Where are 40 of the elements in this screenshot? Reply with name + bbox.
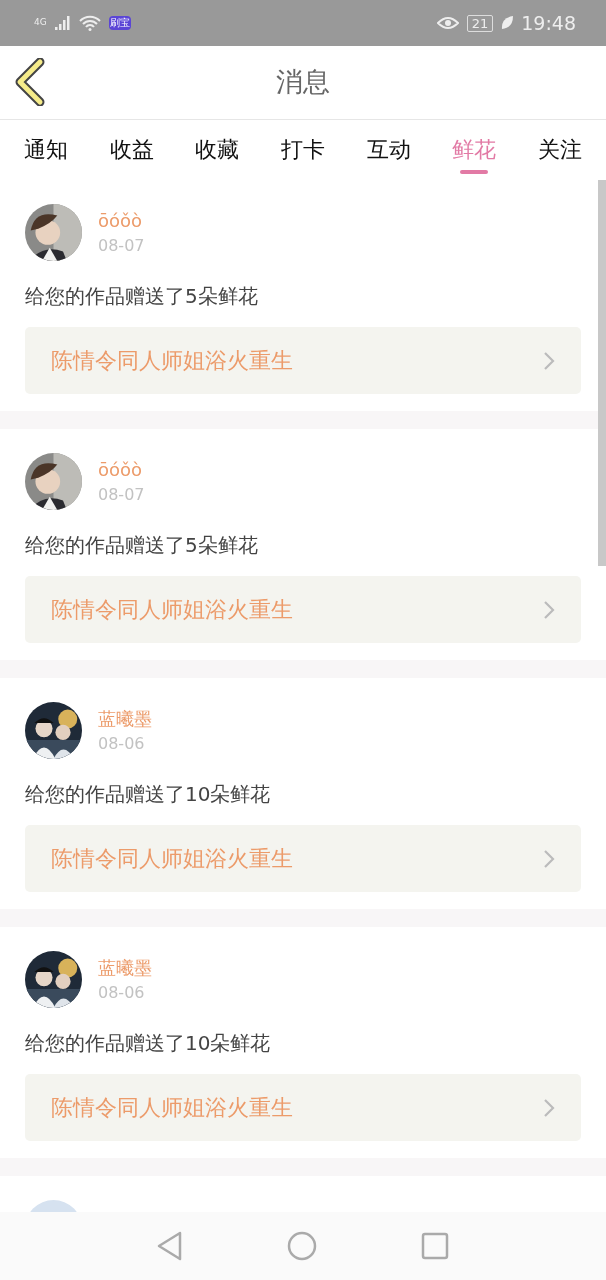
tab[interactable]: 通知 — [24, 133, 68, 180]
work-link[interactable]: 陈情令同人师姐浴火重生 — [25, 576, 581, 643]
tab[interactable]: 打卡 — [280, 133, 325, 180]
user-name[interactable]: ōóǒò — [98, 207, 145, 234]
tab[interactable]: 收益 — [109, 133, 154, 180]
leaf-icon — [501, 16, 514, 30]
work-link[interactable]: 陈情令同人师姐浴火重生 — [25, 327, 581, 394]
chevron-icon — [543, 599, 555, 620]
page-title: 消息 — [276, 65, 330, 100]
signal-icon — [54, 16, 71, 30]
work-link[interactable]: 陈情令同人师姐浴火重生 — [25, 825, 581, 892]
message-text: 给您的作品赠送了10朵鲜花 — [25, 1030, 272, 1057]
wifi-icon — [78, 15, 101, 31]
chevron-icon — [543, 350, 555, 371]
message-date: 08-07 — [98, 484, 145, 506]
work-link[interactable]: 陈情令同人师姐浴火重生 — [25, 1074, 581, 1141]
message-date: 08-06 — [98, 733, 146, 755]
eye-icon — [436, 16, 459, 30]
back-button[interactable] — [14, 58, 46, 106]
message-date: 08-07 — [98, 235, 145, 257]
user-name[interactable]: 蓝曦墨 — [98, 954, 152, 981]
message-date: 08-06 — [98, 982, 146, 1004]
home-icon[interactable] — [287, 1231, 317, 1261]
tab[interactable]: 互动 — [366, 133, 411, 180]
back-icon[interactable] — [157, 1231, 183, 1261]
app-badge: 刷宝 — [108, 16, 131, 30]
tab[interactable]: 鲜花 — [452, 133, 497, 180]
recent-apps-icon[interactable] — [421, 1232, 449, 1260]
message-text: 给您的作品赠送了10朵鲜花 — [25, 781, 272, 808]
tab[interactable]: 收藏 — [195, 133, 240, 180]
user-name[interactable]: ōóǒò — [98, 456, 145, 483]
clock: 19:48 — [521, 10, 576, 36]
message-text: 给您的作品赠送了5朵鲜花 — [25, 283, 259, 310]
chevron-icon — [543, 1097, 555, 1118]
battery-level: 21 — [466, 14, 494, 32]
user-name[interactable]: 蓝曦墨 — [98, 705, 152, 732]
network-label: 4G — [34, 16, 47, 30]
chevron-icon — [543, 848, 555, 869]
tab[interactable]: 关注 — [537, 133, 582, 180]
message-text: 给您的作品赠送了5朵鲜花 — [25, 532, 259, 559]
